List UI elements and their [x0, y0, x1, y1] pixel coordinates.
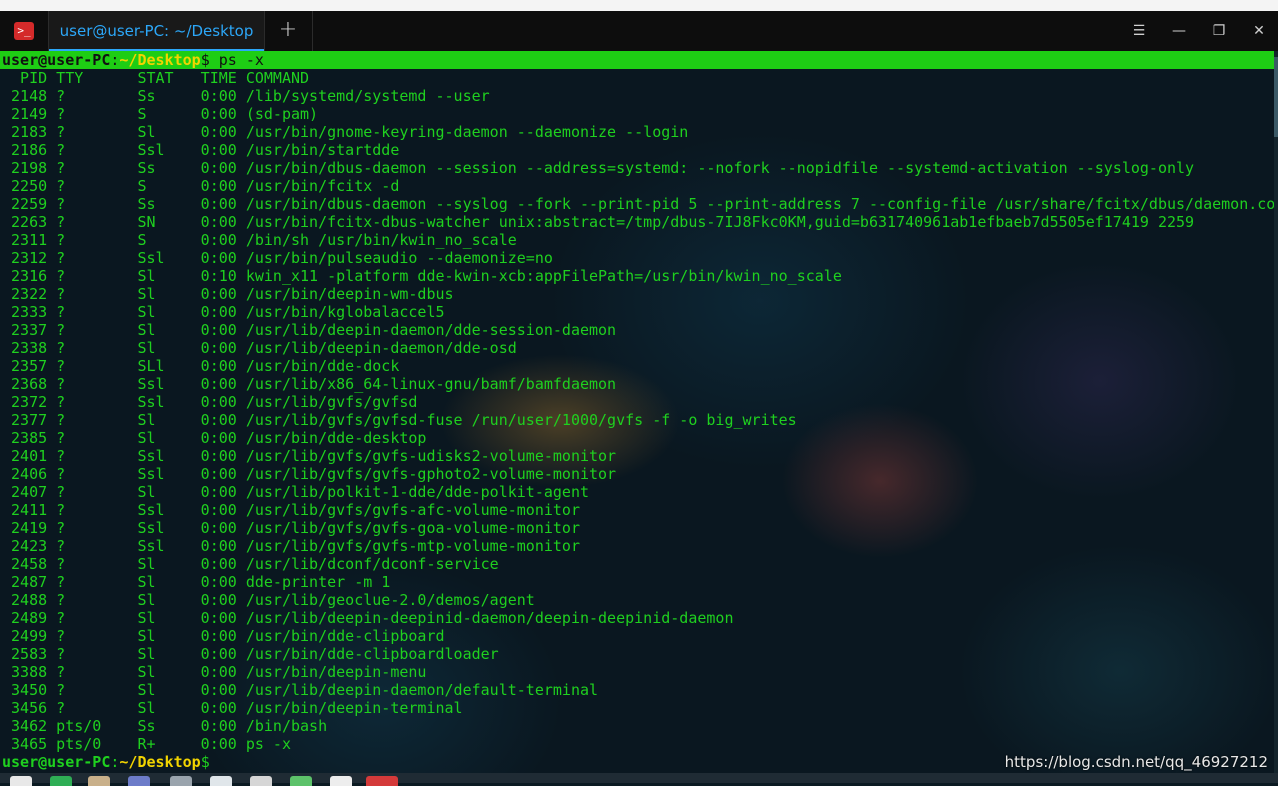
process-row: 2198 ? Ss 0:00 /usr/bin/dbus-daemon --se…	[2, 159, 1195, 177]
process-row: 2385 ? Sl 0:00 /usr/bin/dde-desktop	[2, 429, 427, 447]
process-row: 2377 ? Sl 0:00 /usr/lib/gvfs/gvfsd-fuse …	[2, 411, 797, 429]
process-row: 2458 ? Sl 0:00 /usr/lib/dconf/dconf-serv…	[2, 555, 499, 573]
close-icon[interactable]: ✕	[1239, 11, 1278, 51]
process-row: 3450 ? Sl 0:00 /usr/lib/deepin-daemon/de…	[2, 681, 599, 699]
taskbar-app-icon[interactable]	[290, 776, 312, 786]
process-row: 2183 ? Sl 0:00 /usr/bin/gnome-keyring-da…	[2, 123, 689, 141]
terminal-app-icon[interactable]: >_	[14, 22, 34, 40]
process-row: 2423 ? Ssl 0:00 /usr/lib/gvfs/gvfs-mtp-v…	[2, 537, 580, 555]
process-row: 2489 ? Sl 0:00 /usr/lib/deepin-deepinid-…	[2, 609, 734, 627]
process-row: 2419 ? Ssl 0:00 /usr/lib/gvfs/gvfs-goa-v…	[2, 519, 580, 537]
process-row: 3456 ? Sl 0:00 /usr/bin/deepin-terminal	[2, 699, 463, 717]
process-row: 3462 pts/0 Ss 0:00 /bin/bash	[2, 717, 328, 735]
prompt-command: ps -x	[209, 51, 264, 69]
scroll-thumb[interactable]	[1274, 57, 1278, 137]
prompt-user: user@user-PC	[2, 51, 111, 69]
final-prompt-user: user@user-PC	[2, 753, 111, 771]
top-strip	[0, 0, 1278, 11]
taskbar-app-icon[interactable]	[250, 776, 272, 786]
minimize-icon[interactable]: —	[1159, 11, 1199, 51]
taskbar-app-icon[interactable]	[50, 776, 72, 786]
taskbar-app-icon[interactable]	[170, 776, 192, 786]
taskbar-launcher-icon[interactable]	[10, 776, 32, 786]
maximize-icon[interactable]: ❐	[1199, 11, 1239, 51]
process-row: 2312 ? Ssl 0:00 /usr/bin/pulseaudio --da…	[2, 249, 553, 267]
taskbar-app-icon[interactable]	[88, 776, 110, 786]
final-prompt-line: user@user-PC:~/Desktop$	[2, 753, 210, 771]
process-row: 2311 ? S 0:00 /bin/sh /usr/bin/kwin_no_s…	[2, 231, 517, 249]
process-row: 2407 ? Sl 0:00 /usr/lib/polkit-1-dde/dde…	[2, 483, 589, 501]
process-row: 2406 ? Ssl 0:00 /usr/lib/gvfs/gvfs-gphot…	[2, 465, 617, 483]
menu-icon[interactable]: ☰	[1119, 11, 1159, 51]
process-row: 2333 ? Sl 0:00 /usr/bin/kglobalaccel5	[2, 303, 445, 321]
process-row: 2263 ? SN 0:00 /usr/bin/fcitx-dbus-watch…	[2, 213, 1195, 231]
process-row: 2322 ? Sl 0:00 /usr/bin/deepin-wm-dbus	[2, 285, 454, 303]
watermark-text: https://blog.csdn.net/qq_46927212	[1004, 753, 1268, 771]
process-row: 2186 ? Ssl 0:00 /usr/bin/startdde	[2, 141, 400, 159]
final-prompt-dollar: $	[200, 753, 210, 771]
taskbar	[0, 773, 1278, 786]
taskbar-terminal-icon[interactable]	[366, 776, 398, 786]
prompt-dollar: $	[200, 51, 210, 69]
process-row: 2487 ? Sl 0:00 dde-printer -m 1	[2, 573, 391, 591]
process-row: 2411 ? Ssl 0:00 /usr/lib/gvfs/gvfs-afc-v…	[2, 501, 580, 519]
process-row: 2259 ? Ss 0:00 /usr/bin/dbus-daemon --sy…	[2, 195, 1278, 213]
process-row: 2372 ? Ssl 0:00 /usr/lib/gvfs/gvfsd	[2, 393, 418, 411]
command-line: user@user-PC:~/Desktop$ ps -x	[2, 51, 264, 69]
process-row: 2357 ? SLl 0:00 /usr/bin/dde-dock	[2, 357, 400, 375]
final-prompt-path: ~/Desktop	[119, 753, 201, 771]
process-row: 3388 ? Sl 0:00 /usr/bin/deepin-menu	[2, 663, 427, 681]
process-row: 2148 ? Ss 0:00 /lib/systemd/systemd --us…	[2, 87, 490, 105]
prompt-path: ~/Desktop	[119, 51, 201, 69]
process-row: 2149 ? S 0:00 (sd-pam)	[2, 105, 319, 123]
process-row: 2250 ? S 0:00 /usr/bin/fcitx -d	[2, 177, 400, 195]
process-row: 2499 ? Sl 0:00 /usr/bin/dde-clipboard	[2, 627, 445, 645]
tab-title: user@user-PC: ~/Desktop	[59, 22, 254, 40]
taskbar-app-icon[interactable]	[210, 776, 232, 786]
tab-terminal[interactable]: user@user-PC: ~/Desktop	[48, 11, 265, 51]
process-row: 2337 ? Sl 0:00 /usr/lib/deepin-daemon/dd…	[2, 321, 617, 339]
add-tab-button[interactable]: +	[264, 11, 313, 51]
process-row: 2338 ? Sl 0:00 /usr/lib/deepin-daemon/dd…	[2, 339, 517, 357]
process-row: 2488 ? Sl 0:00 /usr/lib/geoclue-2.0/demo…	[2, 591, 535, 609]
process-row: 2368 ? Ssl 0:00 /usr/lib/x86_64-linux-gn…	[2, 375, 617, 393]
title-bar: >_ user@user-PC: ~/Desktop + ☰ — ❐ ✕	[0, 11, 1278, 51]
process-row: 2583 ? Sl 0:00 /usr/bin/dde-clipboardloa…	[2, 645, 499, 663]
terminal-area[interactable]: user@user-PC:~/Desktop$ ps -x PID TTY ST…	[0, 51, 1278, 773]
taskbar-app-icon[interactable]	[128, 776, 150, 786]
process-row: 3465 pts/0 R+ 0:00 ps -x	[2, 735, 291, 753]
ps-header: PID TTY STAT TIME COMMAND	[2, 69, 310, 87]
scrollbar[interactable]	[1274, 51, 1278, 773]
process-row: 2401 ? Ssl 0:00 /usr/lib/gvfs/gvfs-udisk…	[2, 447, 617, 465]
process-row: 2316 ? Sl 0:10 kwin_x11 -platform dde-kw…	[2, 267, 842, 285]
taskbar-app-icon[interactable]	[330, 776, 352, 786]
